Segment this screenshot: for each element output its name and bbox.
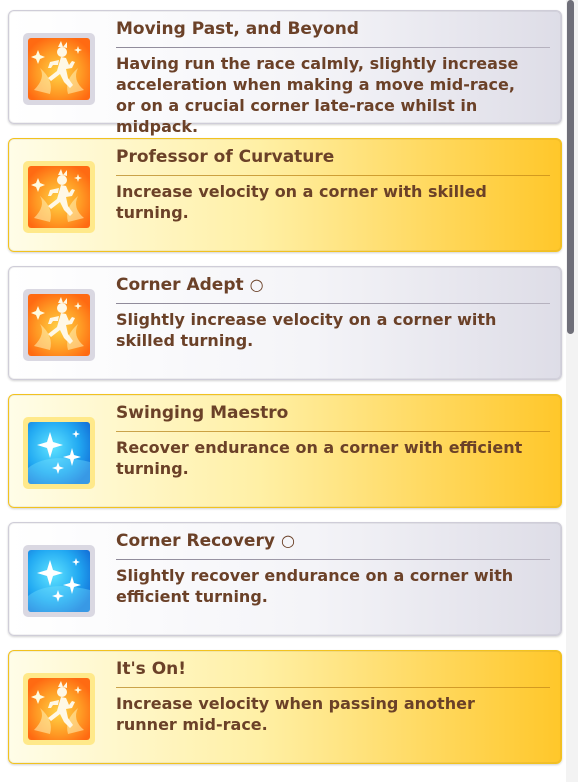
skill-name: It's On!: [116, 659, 187, 679]
skill-grade: ○: [280, 531, 295, 550]
skill-description: Slightly increase velocity on a corner w…: [116, 310, 497, 350]
divider: [116, 47, 550, 48]
skill-name: Corner Adept ○: [116, 275, 264, 295]
skill-card-swinging-maestro[interactable]: Swinging Maestro Recover endurance on a …: [8, 394, 562, 508]
speed-runner-icon: [28, 294, 90, 356]
skill-icon-frame: [23, 545, 95, 617]
skill-list: Moving Past, and Beyond Having run the r…: [0, 0, 566, 782]
skill-card-its-on[interactable]: It's On! Increase velocity when passing …: [8, 650, 562, 764]
divider: [116, 687, 550, 688]
skill-description: Having run the race calmly, slightly inc…: [116, 54, 519, 136]
divider: [116, 303, 550, 304]
skill-description: Increase velocity when passing another r…: [116, 694, 475, 734]
speed-runner-icon: [28, 678, 90, 740]
speed-runner-icon: [28, 166, 90, 228]
divider: [116, 175, 550, 176]
skill-card-corner-recovery[interactable]: Corner Recovery ○ Slightly recover endura…: [8, 522, 562, 636]
scrollbar-thumb[interactable]: [567, 0, 574, 334]
scrollbar[interactable]: [566, 0, 578, 782]
skill-card-moving-past-and-beyond[interactable]: Moving Past, and Beyond Having run the r…: [8, 10, 562, 136]
recovery-sparkle-icon: [28, 422, 90, 484]
skill-icon-frame: [23, 289, 95, 361]
skill-name: Swinging Maestro: [116, 403, 289, 423]
skill-description: Slightly recover endurance on a corner w…: [116, 566, 514, 606]
skill-card-corner-adept[interactable]: Corner Adept ○ Slightly increase velocity…: [8, 266, 562, 380]
divider: [116, 431, 550, 432]
skill-grade: ○: [249, 275, 264, 294]
skill-icon-frame: [23, 161, 95, 233]
divider: [116, 559, 550, 560]
skill-description: Increase velocity on a corner with skill…: [116, 182, 487, 222]
skill-name: Corner Recovery ○: [116, 531, 295, 551]
skill-name: Moving Past, and Beyond: [116, 19, 359, 39]
skill-description: Recover endurance on a corner with effic…: [116, 438, 523, 478]
recovery-sparkle-icon: [28, 550, 90, 612]
skill-icon-frame: [23, 417, 95, 489]
skill-name: Professor of Curvature: [116, 147, 335, 167]
skill-card-professor-of-curvature[interactable]: Professor of Curvature Increase velocity…: [8, 138, 562, 252]
speed-runner-icon: [28, 38, 90, 100]
skill-icon-frame: [23, 673, 95, 745]
skill-icon-frame: [23, 33, 95, 105]
